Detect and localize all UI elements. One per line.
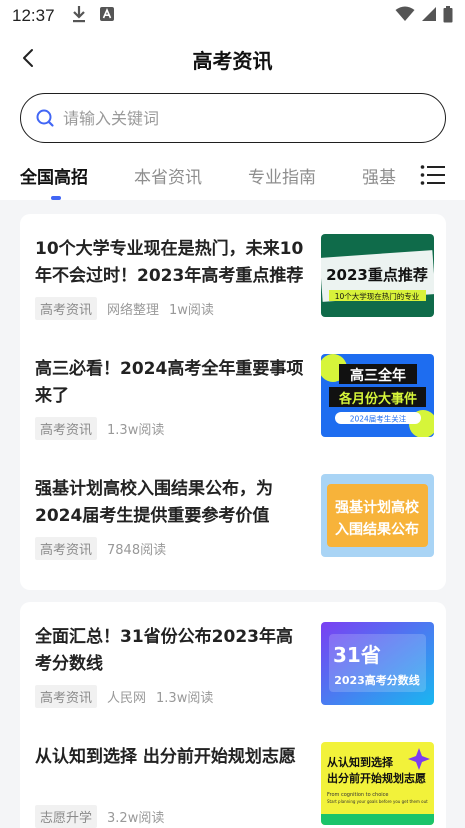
status-bar: 12:37 (0, 0, 465, 32)
thumb-subtext: 各月份大事件 (338, 391, 417, 407)
search-icon (35, 108, 55, 128)
tab-menu-button[interactable] (420, 163, 446, 187)
tab-strong-base[interactable]: 强基 (362, 163, 396, 188)
thumb-text: 高三全年 (350, 367, 406, 384)
read-count: 7848阅读 (107, 543, 167, 558)
tab-province[interactable]: 本省资讯 (134, 163, 202, 188)
category-tag: 高考资讯 (35, 297, 98, 320)
article-title: 从认知到选择 出分前开始规划志愿 (35, 747, 296, 767)
thumb-caption: From cognition to choice (327, 792, 388, 798)
thumb-text: 2023重点推荐 (326, 266, 428, 284)
article-title: 高三必看！2024高考全年重要事项来了 (35, 359, 304, 406)
category-tag: 高考资讯 (35, 417, 98, 440)
tab-major-guide[interactable]: 专业指南 (248, 163, 316, 188)
thumb-text: 从认知到选择 (327, 755, 394, 769)
category-tag: 高考资讯 (35, 537, 98, 560)
status-time: 12:37 (12, 6, 55, 25)
article-title: 10个大学专业现在是热门，未来10年不会过时！2023年高考重点推荐 (35, 239, 304, 286)
read-count: 1.3w阅读 (107, 423, 165, 438)
read-count: 1w阅读 (169, 303, 214, 318)
battery-icon (443, 5, 453, 27)
status-notification-icons (71, 5, 115, 27)
thumb-caption-2: Start planning your goals before you get… (327, 799, 428, 804)
article-card: 全面汇总！31省份公布2023年高考分数线 高考资讯 人民网 1.3w阅读 31… (20, 602, 446, 828)
tab-national[interactable]: 全国高招 (20, 163, 88, 188)
thumb-subtext: 10个大学现在热门的专业 (335, 291, 420, 301)
article-title: 强基计划高校入围结果公布，为2024届考生提供重要参考价值 (35, 479, 273, 526)
category-tag: 志愿升学 (35, 805, 98, 828)
page-title: 高考资讯 (192, 49, 273, 73)
article-meta: 高考资讯 7848阅读 (35, 537, 166, 560)
article-thumbnail: 31省 2023高考分数线 (321, 622, 434, 705)
article-thumbnail: 从认知到选择 出分前开始规划志愿 From cognition to choic… (321, 742, 434, 825)
signal-icon (421, 6, 437, 26)
search-box[interactable] (20, 93, 446, 143)
thumb-subtext: 出分前开始规划志愿 (327, 771, 426, 785)
thumb-text: 强基计划高校 (335, 499, 420, 516)
read-count: 3.2w阅读 (107, 811, 165, 826)
wifi-icon (395, 6, 415, 26)
list-item[interactable]: 10个大学专业现在是热门，未来10年不会过时！2023年高考重点推荐 高考资讯 … (20, 214, 446, 334)
read-count: 1.3w阅读 (156, 691, 214, 706)
article-thumbnail: 强基计划高校 入围结果公布 (321, 474, 434, 557)
article-meta: 高考资讯 网络整理 1w阅读 (35, 297, 214, 320)
article-meta: 高考资讯 1.3w阅读 (35, 417, 164, 440)
thumb-subtext: 入围结果公布 (335, 521, 419, 538)
thumb-subtext: 2023高考分数线 (334, 673, 420, 687)
article-thumbnail: 2023重点推荐 10个大学现在热门的专业 (321, 234, 434, 317)
download-icon (71, 5, 87, 27)
list-item[interactable]: 高三必看！2024高考全年重要事项来了 高考资讯 1.3w阅读 高三全年 各月份… (20, 334, 446, 454)
article-feed[interactable]: 10个大学专业现在是热门，未来10年不会过时！2023年高考重点推荐 高考资讯 … (0, 200, 465, 828)
category-tag: 高考资讯 (35, 685, 98, 708)
article-meta: 高考资讯 人民网 1.3w阅读 (35, 685, 213, 708)
thumb-text: 31省 (333, 643, 381, 667)
article-source: 网络整理 (107, 303, 160, 318)
thumb-caption: 2024届考生关注 (350, 414, 407, 424)
article-thumbnail: 高三全年 各月份大事件 2024届考生关注 (321, 354, 434, 437)
article-card: 10个大学专业现在是热门，未来10年不会过时！2023年高考重点推荐 高考资讯 … (20, 214, 446, 590)
list-item[interactable]: 从认知到选择 出分前开始规划志愿 志愿升学 3.2w阅读 从认知到选择 出分前开… (20, 722, 446, 828)
app-notification-icon (99, 6, 115, 26)
list-item[interactable]: 强基计划高校入围结果公布，为2024届考生提供重要参考价值 高考资讯 7848阅… (20, 454, 446, 574)
article-source: 人民网 (107, 691, 147, 706)
search-bar (0, 88, 465, 154)
header: 高考资讯 (0, 32, 465, 88)
article-meta: 志愿升学 3.2w阅读 (35, 805, 164, 828)
list-menu-icon (420, 165, 446, 191)
article-title: 全面汇总！31省份公布2023年高考分数线 (35, 627, 293, 674)
search-input[interactable] (63, 108, 403, 128)
category-tabs: 全国高招 本省资讯 专业指南 强基 (0, 154, 465, 200)
status-system-icons (395, 5, 453, 27)
list-item[interactable]: 全面汇总！31省份公布2023年高考分数线 高考资讯 人民网 1.3w阅读 31… (20, 602, 446, 722)
